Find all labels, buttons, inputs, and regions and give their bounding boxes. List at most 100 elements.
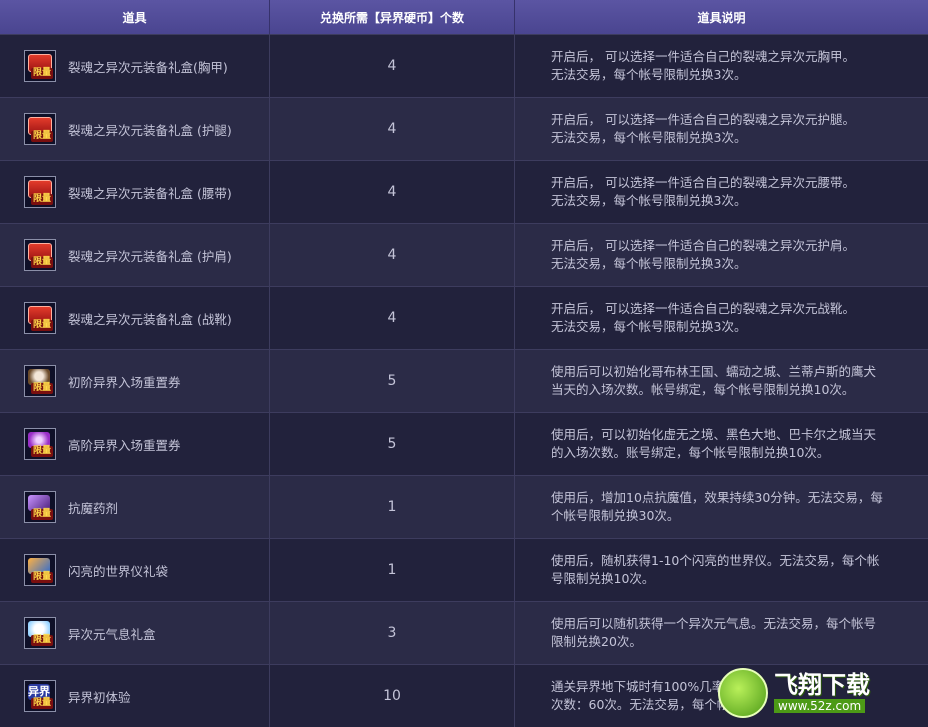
table-row: 限量 抗魔药剂 1 使用后，增加10点抗魔值，效果持续30分钟。无法交易，每 个… (0, 475, 928, 538)
item-name: 裂魂之异次元装备礼盒 (战靴) (68, 311, 232, 327)
item-name: 异界初体验 (68, 689, 131, 705)
watermark-logo-icon (718, 668, 768, 718)
desc-line-2: 个帐号限制兑换30次。 (551, 508, 680, 523)
cost-cell: 4 (270, 98, 515, 160)
header-cost: 兑换所需【异界硬币】个数 (270, 0, 515, 34)
cost-cell: 1 (270, 539, 515, 601)
desc-cell: 开启后， 可以选择一件适合自己的裂魂之异次元护腿。 无法交易，每个帐号限制兑换3… (515, 98, 928, 160)
cost-cell: 10 (270, 665, 515, 727)
cost-cell: 4 (270, 287, 515, 349)
header-item: 道具 (0, 0, 270, 34)
item-cell: 限量 裂魂之异次元装备礼盒 (护肩) (0, 224, 270, 286)
desc-line-2: 无法交易，每个帐号限制兑换3次。 (551, 319, 747, 334)
desc-cell: 开启后， 可以选择一件适合自己的裂魂之异次元护肩。 无法交易，每个帐号限制兑换3… (515, 224, 928, 286)
red-giftbox-icon: 限量 (24, 239, 56, 271)
desc-line-2: 无法交易，每个帐号限制兑换3次。 (551, 256, 747, 271)
item-cell: 异界 限量 异界初体验 (0, 665, 270, 727)
table-header: 道具 兑换所需【异界硬币】个数 道具说明 (0, 0, 928, 34)
cost-cell: 4 (270, 35, 515, 97)
desc-line-1: 开启后， 可以选择一件适合自己的裂魂之异次元护腿。 (551, 112, 855, 127)
limited-badge: 限量 (31, 635, 54, 646)
item-name: 裂魂之异次元装备礼盒 (护肩) (68, 248, 232, 264)
desc-line-1: 使用后，增加10点抗魔值，效果持续30分钟。无法交易，每 (551, 490, 883, 505)
item-cell: 限量 初阶异界入场重置券 (0, 350, 270, 412)
desc-line-2: 次数：60次。无法交易，每个帐 (551, 697, 730, 712)
potion-icon: 限量 (24, 491, 56, 523)
limited-badge: 限量 (31, 698, 54, 709)
cost-cell: 1 (270, 476, 515, 538)
table-row: 限量 裂魂之异次元装备礼盒 (腰带) 4 开启后， 可以选择一件适合自己的裂魂之… (0, 160, 928, 223)
desc-line-2: 无法交易，每个帐号限制兑换3次。 (551, 193, 747, 208)
limited-badge: 限量 (31, 68, 54, 79)
desc-cell: 使用后，增加10点抗魔值，效果持续30分钟。无法交易，每 个帐号限制兑换30次。 (515, 476, 928, 538)
desc-line-1: 开启后， 可以选择一件适合自己的裂魂之异次元腰带。 (551, 175, 855, 190)
limited-badge: 限量 (31, 383, 54, 394)
red-giftbox-icon: 限量 (24, 50, 56, 82)
item-cell: 限量 裂魂之异次元装备礼盒 (护腿) (0, 98, 270, 160)
desc-line-2: 的入场次数。账号绑定，每个帐号限制兑换10次。 (551, 445, 830, 460)
limited-badge: 限量 (31, 131, 54, 142)
desc-line-2: 限制兑换20次。 (551, 634, 642, 649)
item-name: 闪亮的世界仪礼袋 (68, 563, 169, 579)
item-name: 高阶异界入场重置券 (68, 437, 181, 453)
item-cell: 限量 裂魂之异次元装备礼盒(胸甲) (0, 35, 270, 97)
item-cell: 限量 抗魔药剂 (0, 476, 270, 538)
header-desc: 道具说明 (697, 10, 746, 25)
cost-cell: 5 (270, 350, 515, 412)
cost-cell: 4 (270, 161, 515, 223)
limited-badge: 限量 (31, 572, 54, 583)
limited-badge: 限量 (31, 446, 54, 457)
limited-badge: 限量 (31, 320, 54, 331)
desc-line-1: 开启后， 可以选择一件适合自己的裂魂之异次元护肩。 (551, 238, 855, 253)
table-row: 限量 裂魂之异次元装备礼盒 (护肩) 4 开启后， 可以选择一件适合自己的裂魂之… (0, 223, 928, 286)
desc-line-1: 使用后，随机获得1-10个闪亮的世界仪。无法交易，每个帐 (551, 553, 880, 568)
item-name: 裂魂之异次元装备礼盒 (护腿) (68, 122, 232, 138)
gift-bag-icon: 限量 (24, 554, 56, 586)
item-name: 初阶异界入场重置券 (68, 374, 181, 390)
desc-cell: 使用后，随机获得1-10个闪亮的世界仪。无法交易，每个帐 号限制兑换10次。 (515, 539, 928, 601)
watermark-title: 飞翔下载 (774, 671, 870, 699)
desc-line-1: 开启后， 可以选择一件适合自己的裂魂之异次元胸甲。 (551, 49, 855, 64)
cost-cell: 4 (270, 224, 515, 286)
desc-line-1: 使用后可以随机获得一个异次元气息。无法交易，每个帐号 (551, 616, 877, 631)
desc-line-2: 无法交易，每个帐号限制兑换3次。 (551, 67, 747, 82)
table-row: 限量 闪亮的世界仪礼袋 1 使用后，随机获得1-10个闪亮的世界仪。无法交易，每… (0, 538, 928, 601)
desc-cell: 使用后，可以初始化虚无之境、黑色大地、巴卡尔之城当天 的入场次数。账号绑定，每个… (515, 413, 928, 475)
cost-cell: 3 (270, 602, 515, 664)
table-row: 限量 异次元气息礼盒 3 使用后可以随机获得一个异次元气息。无法交易，每个帐号 … (0, 601, 928, 664)
item-cell: 限量 异次元气息礼盒 (0, 602, 270, 664)
table-row: 限量 裂魂之异次元装备礼盒 (战靴) 4 开启后， 可以选择一件适合自己的裂魂之… (0, 286, 928, 349)
item-cell: 限量 高阶异界入场重置券 (0, 413, 270, 475)
desc-line-1: 使用后可以初始化哥布林王国、蠕动之城、兰蒂卢斯的鹰犬 (551, 364, 877, 379)
item-cell: 限量 裂魂之异次元装备礼盒 (战靴) (0, 287, 270, 349)
desc-line-1: 通关异界地下城时有100%几率获 (551, 679, 737, 694)
purple-ticket-icon: 限量 (24, 428, 56, 460)
limited-badge: 限量 (31, 509, 54, 520)
item-name: 抗魔药剂 (68, 500, 119, 516)
skull-ticket-icon: 限量 (24, 365, 56, 397)
red-giftbox-icon: 限量 (24, 113, 56, 145)
table-row: 限量 裂魂之异次元装备礼盒(胸甲) 4 开启后， 可以选择一件适合自己的裂魂之异… (0, 34, 928, 97)
item-cell: 限量 闪亮的世界仪礼袋 (0, 539, 270, 601)
item-name: 异次元气息礼盒 (68, 626, 156, 642)
red-giftbox-icon: 限量 (24, 302, 56, 334)
desc-cell: 开启后， 可以选择一件适合自己的裂魂之异次元腰带。 无法交易，每个帐号限制兑换3… (515, 161, 928, 223)
item-cell: 限量 裂魂之异次元装备礼盒 (腰带) (0, 161, 270, 223)
watermark-url: www.52z.com (774, 699, 866, 713)
desc-cell: 使用后可以随机获得一个异次元气息。无法交易，每个帐号 限制兑换20次。 (515, 602, 928, 664)
desc-line-1: 使用后，可以初始化虚无之境、黑色大地、巴卡尔之城当天 (551, 427, 877, 442)
item-name: 裂魂之异次元装备礼盒 (腰带) (68, 185, 232, 201)
desc-line-2: 无法交易，每个帐号限制兑换3次。 (551, 130, 747, 145)
exchange-table: 道具 兑换所需【异界硬币】个数 道具说明 限量 裂魂之异次元装备礼盒(胸甲) 4… (0, 0, 928, 727)
red-giftbox-icon: 限量 (24, 176, 56, 208)
desc-cell: 开启后， 可以选择一件适合自己的裂魂之异次元胸甲。 无法交易，每个帐号限制兑换3… (515, 35, 928, 97)
table-row: 限量 初阶异界入场重置券 5 使用后可以初始化哥布林王国、蠕动之城、兰蒂卢斯的鹰… (0, 349, 928, 412)
table-row: 限量 高阶异界入场重置券 5 使用后，可以初始化虚无之境、黑色大地、巴卡尔之城当… (0, 412, 928, 475)
text-badge-icon: 异界 限量 (24, 680, 56, 712)
desc-line-2: 当天的入场次数。帐号绑定，每个帐号限制兑换10次。 (551, 382, 855, 397)
limited-badge: 限量 (31, 194, 54, 205)
limited-badge: 限量 (31, 257, 54, 268)
cloud-box-icon: 限量 (24, 617, 56, 649)
desc-cell: 开启后， 可以选择一件适合自己的裂魂之异次元战靴。 无法交易，每个帐号限制兑换3… (515, 287, 928, 349)
item-name: 裂魂之异次元装备礼盒(胸甲) (68, 59, 228, 75)
